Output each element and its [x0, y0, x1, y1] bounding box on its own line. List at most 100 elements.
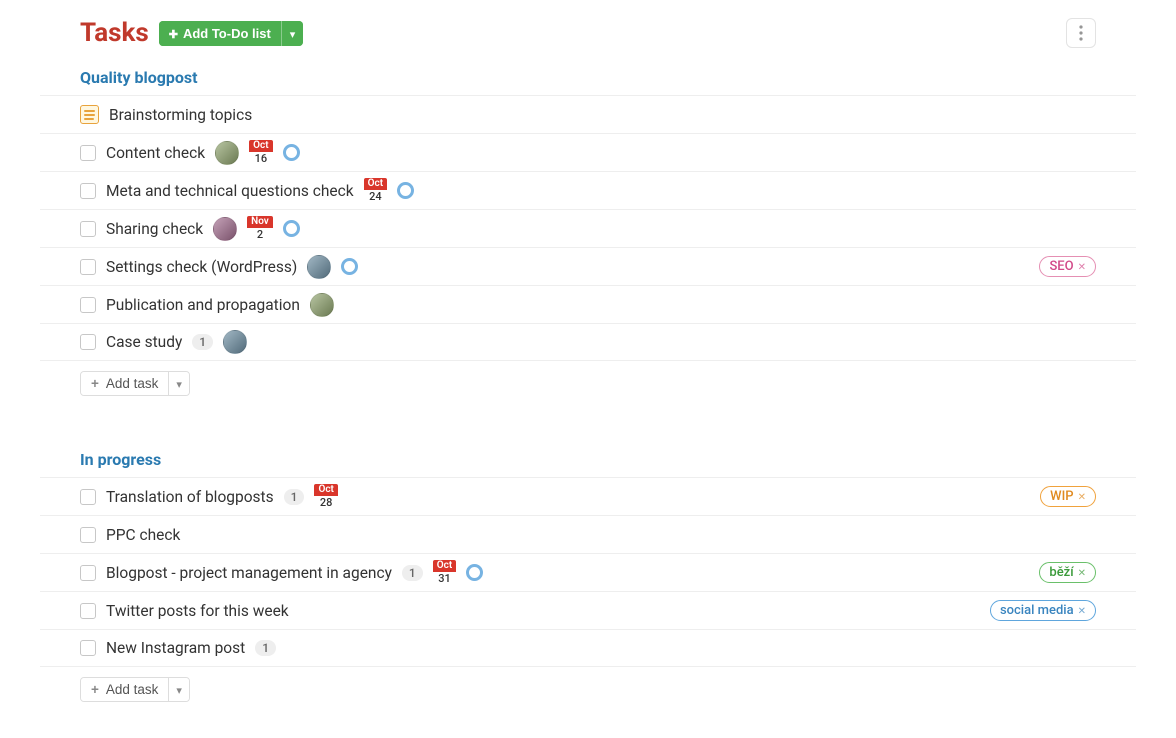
add-list-button-group: Add To-Do list — [159, 21, 304, 46]
due-date-month: Oct — [249, 140, 272, 152]
task-checkbox[interactable] — [80, 640, 96, 656]
add-list-dropdown[interactable] — [281, 21, 304, 46]
more-options-button[interactable] — [1066, 18, 1096, 48]
notes-icon — [80, 105, 99, 124]
task-row[interactable]: Case study 1 — [40, 323, 1136, 361]
due-date-day: 31 — [434, 572, 455, 585]
chevron-down-icon — [176, 682, 182, 697]
tag-remove-icon[interactable] — [1078, 565, 1086, 580]
task-tag[interactable]: SEO — [1039, 256, 1096, 277]
progress-ring-icon — [341, 258, 358, 275]
task-row[interactable]: Twitter posts for this week social media — [40, 591, 1136, 629]
header-left: Tasks Add To-Do list — [80, 18, 303, 48]
task-row[interactable]: Content check Oct16 — [40, 133, 1136, 171]
due-date-day: 28 — [316, 496, 337, 509]
subtask-count-badge: 1 — [284, 489, 305, 505]
chevron-down-icon — [176, 376, 182, 391]
section-title[interactable]: Quality blogpost — [40, 56, 1136, 95]
task-name[interactable]: Settings check (WordPress) — [106, 258, 297, 276]
tag-label: běží — [1049, 565, 1073, 580]
task-tag[interactable]: běží — [1039, 562, 1096, 583]
due-date-day: 2 — [253, 228, 267, 241]
add-task-row: +Add task — [40, 361, 1136, 402]
task-name[interactable]: Blogpost - project management in agency — [106, 564, 392, 582]
add-task-dropdown[interactable] — [168, 678, 189, 701]
task-name[interactable]: Twitter posts for this week — [106, 602, 289, 620]
add-task-button-group: +Add task — [80, 371, 190, 396]
progress-ring-icon — [283, 220, 300, 237]
subtask-count-badge: 1 — [255, 640, 276, 656]
task-name[interactable]: Meta and technical questions check — [106, 182, 354, 200]
task-name[interactable]: Translation of blogposts — [106, 488, 274, 506]
task-checkbox[interactable] — [80, 565, 96, 581]
tag-label: WIP — [1050, 489, 1073, 504]
section-title[interactable]: In progress — [40, 438, 1136, 477]
due-date-day: 24 — [365, 190, 386, 203]
add-list-label: Add To-Do list — [183, 26, 271, 41]
due-date-month: Oct — [364, 178, 387, 190]
due-date-day: 16 — [251, 152, 272, 165]
task-checkbox[interactable] — [80, 221, 96, 237]
subtask-count-badge: 1 — [192, 334, 213, 350]
task-row[interactable]: Translation of blogposts 1 Oct28 WIP — [40, 477, 1136, 515]
assignee-avatar[interactable] — [307, 255, 331, 279]
task-checkbox[interactable] — [80, 334, 96, 350]
task-row[interactable]: Settings check (WordPress) SEO — [40, 247, 1136, 285]
task-name[interactable]: Sharing check — [106, 220, 203, 238]
due-date-month: Oct — [314, 484, 337, 496]
task-checkbox[interactable] — [80, 297, 96, 313]
task-list: Translation of blogposts1Oct28WIPPPC che… — [40, 477, 1136, 667]
task-checkbox[interactable] — [80, 603, 96, 619]
progress-ring-icon — [466, 564, 483, 581]
progress-ring-icon — [397, 182, 414, 199]
tag-remove-icon[interactable] — [1078, 259, 1086, 274]
add-task-button[interactable]: +Add task — [81, 372, 168, 395]
due-date-month: Nov — [247, 216, 273, 228]
due-date-chip[interactable]: Oct31 — [433, 560, 456, 585]
due-date-month: Oct — [433, 560, 456, 572]
task-name[interactable]: Case study — [106, 333, 182, 351]
subtask-count-badge: 1 — [402, 565, 423, 581]
task-row[interactable]: PPC check — [40, 515, 1136, 553]
task-name[interactable]: New Instagram post — [106, 639, 245, 657]
page-header: Tasks Add To-Do list — [40, 10, 1136, 56]
task-list: Brainstorming topicsContent checkOct16Me… — [40, 95, 1136, 361]
add-task-label: Add task — [106, 682, 159, 697]
plus-icon: + — [91, 376, 99, 391]
assignee-avatar[interactable] — [215, 141, 239, 165]
task-tag[interactable]: WIP — [1040, 486, 1096, 507]
task-tag[interactable]: social media — [990, 600, 1096, 621]
progress-ring-icon — [283, 144, 300, 161]
add-task-dropdown[interactable] — [168, 372, 189, 395]
due-date-chip[interactable]: Oct24 — [364, 178, 387, 203]
assignee-avatar[interactable] — [223, 330, 247, 354]
due-date-chip[interactable]: Oct16 — [249, 140, 272, 165]
add-task-button[interactable]: + Add task — [81, 678, 168, 701]
assignee-avatar[interactable] — [310, 293, 334, 317]
task-checkbox[interactable] — [80, 489, 96, 505]
assignee-avatar[interactable] — [213, 217, 237, 241]
task-checkbox[interactable] — [80, 527, 96, 543]
task-name[interactable]: Publication and propagation — [106, 296, 300, 314]
page-title: Tasks — [80, 18, 149, 48]
tag-remove-icon[interactable] — [1078, 603, 1086, 618]
task-checkbox[interactable] — [80, 183, 96, 199]
task-checkbox[interactable] — [80, 259, 96, 275]
kebab-icon — [1079, 25, 1083, 41]
task-name[interactable]: PPC check — [106, 526, 180, 544]
task-row[interactable]: Meta and technical questions check Oct24 — [40, 171, 1136, 209]
task-row[interactable]: New Instagram post 1 — [40, 629, 1136, 667]
task-row[interactable]: Sharing check Nov2 — [40, 209, 1136, 247]
add-task-button-group: + Add task — [80, 677, 190, 702]
due-date-chip[interactable]: Nov2 — [247, 216, 273, 241]
task-row[interactable]: Blogpost - project management in agency 1… — [40, 553, 1136, 591]
due-date-chip[interactable]: Oct28 — [314, 484, 337, 509]
tag-remove-icon[interactable] — [1078, 489, 1086, 504]
task-row[interactable]: Publication and propagation — [40, 285, 1136, 323]
task-checkbox[interactable] — [80, 145, 96, 161]
task-name[interactable]: Content check — [106, 144, 205, 162]
task-name[interactable]: Brainstorming topics — [109, 106, 252, 124]
plus-icon: + — [91, 682, 99, 697]
add-list-button[interactable]: Add To-Do list — [159, 21, 281, 46]
task-row[interactable]: Brainstorming topics — [40, 95, 1136, 133]
